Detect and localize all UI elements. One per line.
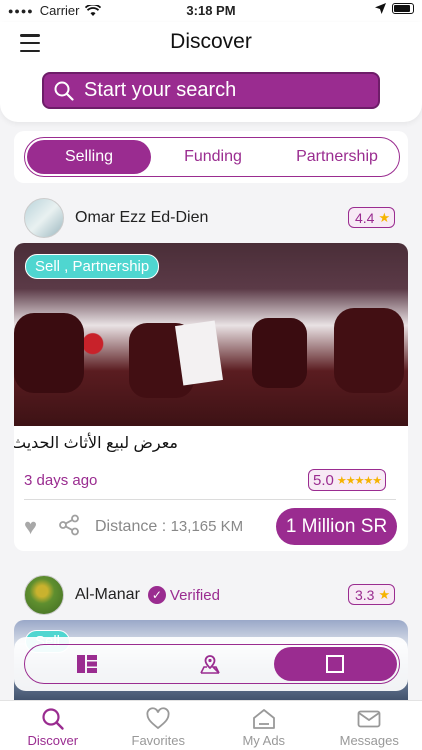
listing-photo[interactable]: Sell , Partnership (14, 243, 408, 426)
user-rating-badge: 3.3 ★ (348, 584, 396, 605)
map-view-button[interactable] (148, 645, 271, 683)
battery-icon (392, 3, 414, 14)
listing-card[interactable]: Sell , Partnership معرض لبيع الأثاث الحد… (14, 243, 408, 551)
divider (24, 499, 396, 500)
tab-messages[interactable]: Messages (317, 701, 422, 750)
header: Discover Start your search (0, 22, 422, 122)
posted-time: 3 days ago (24, 472, 98, 489)
tab-partnership[interactable]: Partnership (275, 138, 399, 176)
listing-user-row[interactable]: Omar Ezz Ed-Dien (24, 198, 208, 238)
tab-label: Messages (339, 733, 399, 748)
username[interactable]: Al-Manar (75, 586, 140, 604)
listing-rating-badge: 5.0 ★★★★★ (308, 469, 387, 491)
category-segment: Selling Funding Partnership (24, 137, 400, 177)
listing-rating-value: 5.0 (313, 471, 334, 489)
search-input[interactable]: Start your search (42, 72, 380, 109)
search-placeholder: Start your search (84, 79, 237, 101)
card-view-button[interactable] (273, 647, 397, 681)
status-bar: ●●●● Carrier 3:18 PM (0, 0, 422, 22)
card-view-icon (326, 655, 345, 673)
avatar[interactable] (24, 198, 64, 238)
tab-label: Favorites (131, 733, 185, 748)
user-rating-value: 3.3 (355, 586, 375, 603)
star-icon: ★ (378, 586, 391, 602)
map-view-icon (200, 655, 220, 674)
status-time: 3:18 PM (186, 3, 236, 18)
listing-user-row[interactable]: Al-Manar ✓ Verified (24, 575, 220, 615)
user-rating-badge: 4.4 ★ (348, 207, 396, 228)
home-icon (252, 709, 275, 729)
price-button[interactable]: 1 Million SR (276, 508, 397, 545)
tab-favorites[interactable]: Favorites (106, 701, 212, 750)
listing-title: معرض لبيع الأثاث الحديث (14, 435, 178, 452)
search-icon (54, 81, 74, 101)
verified-label: Verified (169, 586, 220, 604)
page-title: Discover (170, 30, 252, 53)
tab-selling[interactable]: Selling (27, 140, 151, 174)
category-segment-bar: Selling Funding Partnership (14, 131, 408, 183)
grid-view-icon (76, 655, 97, 673)
share-icon[interactable] (58, 514, 80, 536)
listing-type-badge: Sell , Partnership (25, 254, 160, 279)
distance-label: Distance : (95, 518, 167, 535)
username[interactable]: Omar Ezz Ed-Dien (75, 209, 208, 227)
avatar[interactable] (24, 575, 64, 615)
tab-discover[interactable]: Discover (0, 701, 106, 750)
distance-text: Distance : 13,165 KM (95, 518, 243, 536)
tab-label: My Ads (242, 733, 286, 748)
search-icon (42, 708, 64, 730)
tab-label: Discover (27, 733, 79, 748)
bottom-tab-bar: Discover Favorites My Ads Messages (0, 700, 422, 750)
user-rating-value: 4.4 (355, 209, 375, 226)
verified-check-icon: ✓ (147, 586, 166, 604)
view-toggle (14, 637, 408, 691)
location-arrow-icon (375, 3, 386, 14)
grid-view-button[interactable] (25, 645, 148, 683)
verified-badge: ✓ Verified (147, 586, 220, 604)
envelope-icon (357, 710, 381, 728)
tab-funding[interactable]: Funding (151, 138, 275, 176)
heart-icon (146, 707, 170, 730)
stars-icon: ★★★★★ (336, 474, 382, 487)
tab-my-ads[interactable]: My Ads (211, 701, 317, 750)
distance-value: 13,165 KM (170, 518, 244, 535)
star-icon: ★ (378, 209, 391, 225)
heart-icon[interactable]: ♥ (24, 514, 37, 540)
